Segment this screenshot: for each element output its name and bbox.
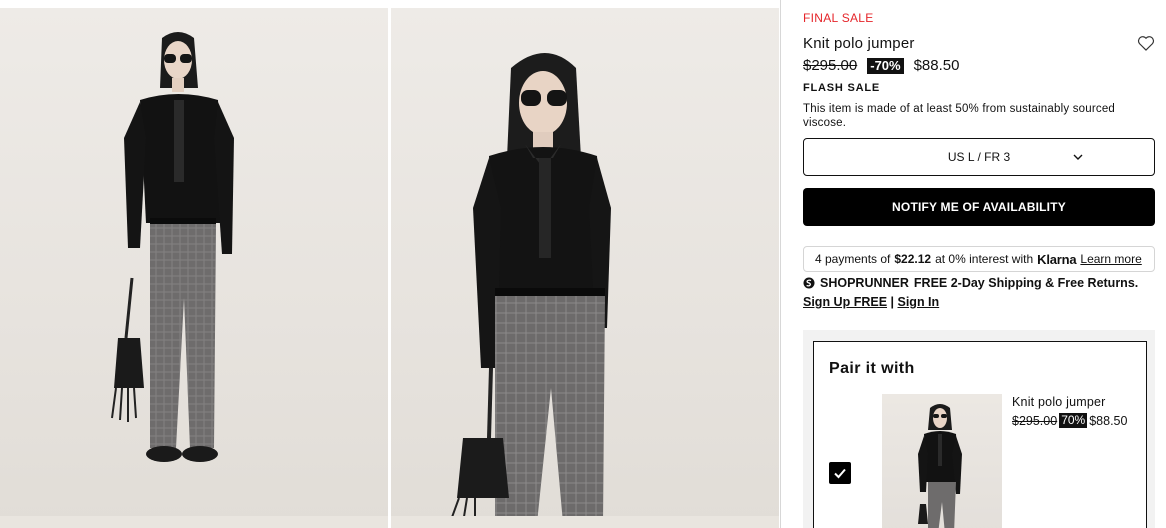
sale-price: $88.50 [913, 57, 960, 74]
thumbnail-strip-right [391, 516, 779, 528]
original-price: $295.00 [803, 57, 858, 74]
product-photo-detail[interactable] [391, 8, 779, 523]
notify-availability-button[interactable]: NOTIFY ME OF AVAILABILITY [803, 188, 1155, 226]
pair-it-with-panel: Pair it with Knit polo jumper $295.00 70… [803, 330, 1155, 528]
pair-heading: Pair it with [829, 360, 915, 377]
final-sale-label: FINAL SALE [803, 11, 874, 25]
shoprunner-icon [803, 277, 815, 289]
checkmark-icon [834, 468, 846, 479]
klarna-amount: $22.12 [894, 252, 932, 266]
pair-item-price: $295.00 70% $88.50 [1012, 413, 1127, 428]
discount-badge: -70% [867, 57, 904, 74]
pair-item-image[interactable] [882, 394, 1002, 528]
column-divider [780, 0, 781, 528]
pair-model-illustration [918, 404, 962, 528]
flash-sale-label: FLASH SALE [803, 82, 881, 94]
pair-sale-price: $88.50 [1089, 413, 1128, 428]
price-row: $295.00 -70% $88.50 [803, 57, 959, 74]
shoprunner-brand: SHOPRUNNER [820, 276, 909, 290]
klarna-prefix: 4 payments of [815, 252, 891, 266]
product-gallery [0, 8, 781, 528]
size-selected-value: US L / FR 3 [947, 150, 1011, 164]
heart-icon[interactable] [1136, 33, 1156, 53]
shoprunner-links: Sign Up FREE | Sign In [803, 295, 939, 309]
shoprunner-banner: SHOPRUNNER FREE 2-Day Shipping & Free Re… [803, 276, 1138, 290]
shoprunner-separator: | [890, 295, 895, 309]
klarna-installments: 4 payments of $22.12 at 0% interest with… [803, 246, 1155, 272]
sustainability-note: This item is made of at least 50% from s… [803, 103, 1116, 129]
klarna-logo: Klarna [1037, 251, 1077, 267]
product-title: Knit polo jumper [803, 35, 915, 52]
model-illustration-front [111, 32, 234, 462]
shoprunner-signup-link[interactable]: Sign Up FREE [803, 295, 887, 309]
pair-original-price: $295.00 [1012, 413, 1058, 428]
klarna-suffix: at 0% interest with [935, 252, 1034, 266]
pair-card: Pair it with Knit polo jumper $295.00 70… [813, 341, 1147, 528]
pair-discount-badge: 70% [1059, 413, 1088, 428]
shoprunner-signin-link[interactable]: Sign In [898, 295, 940, 309]
product-photo-front[interactable] [0, 8, 388, 523]
pair-item-name[interactable]: Knit polo jumper [1012, 395, 1106, 409]
size-dropdown[interactable]: US L / FR 3 [803, 138, 1155, 176]
shoprunner-text: FREE 2-Day Shipping & Free Returns. [913, 276, 1139, 290]
pair-checkbox[interactable] [829, 462, 851, 484]
model-illustration-detail [450, 53, 611, 523]
chevron-down-icon [1073, 154, 1083, 160]
klarna-learn-more-link[interactable]: Learn more [1080, 252, 1141, 266]
thumbnail-strip-left [0, 516, 388, 528]
